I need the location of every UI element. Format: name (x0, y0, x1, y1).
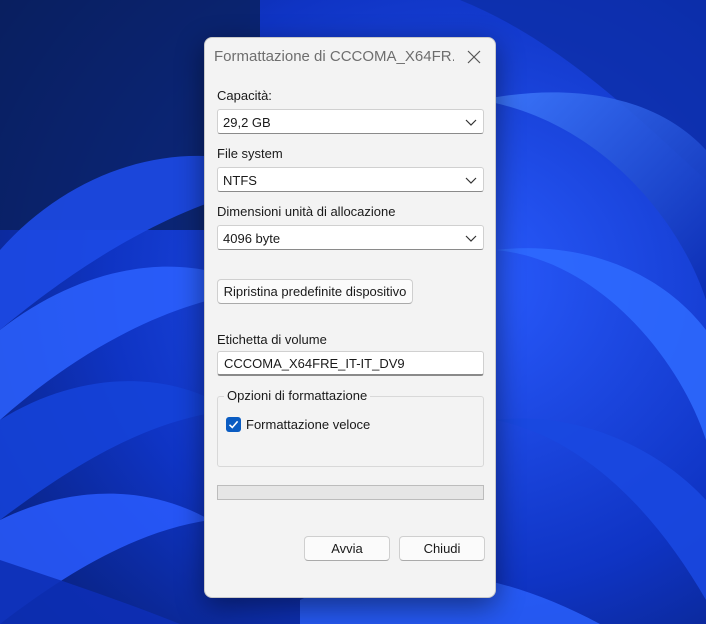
format-dialog: Formattazione di CCCOMA_X64FR... Capacit… (204, 37, 496, 598)
close-dialog-button[interactable]: Chiudi (399, 536, 485, 561)
quick-format-label: Formattazione veloce (246, 417, 371, 432)
file-system-dropdown[interactable]: NTFS (217, 167, 484, 192)
window-title: Formattazione di CCCOMA_X64FR... (214, 48, 454, 65)
format-options-title: Opzioni di formattazione (224, 388, 371, 403)
quick-format-checkbox[interactable] (226, 417, 241, 432)
chevron-down-icon (465, 235, 477, 242)
volume-label-input[interactable]: CCCOMA_X64FRE_IT-IT_DV9 (217, 351, 484, 376)
allocation-dropdown[interactable]: 4096 byte (217, 225, 484, 250)
restore-defaults-button[interactable]: Ripristina predefinite dispositivo (217, 279, 413, 304)
allocation-label: Dimensioni unità di allocazione (217, 204, 396, 219)
capacity-value: 29,2 GB (223, 115, 271, 130)
checkmark-icon (228, 420, 239, 429)
format-options-group: Opzioni di formattazione Formattazione v… (217, 388, 484, 467)
volume-label-value: CCCOMA_X64FRE_IT-IT_DV9 (224, 356, 405, 371)
close-button[interactable] (461, 44, 487, 70)
volume-label-label: Etichetta di volume (217, 332, 327, 347)
chevron-down-icon (465, 177, 477, 184)
start-button[interactable]: Avvia (304, 536, 390, 561)
allocation-value: 4096 byte (223, 231, 281, 246)
file-system-label: File system (217, 146, 283, 161)
quick-format-option[interactable]: Formattazione veloce (226, 417, 370, 432)
chevron-down-icon (465, 119, 477, 126)
title-bar: Formattazione di CCCOMA_X64FR... (205, 38, 495, 76)
close-icon (467, 50, 481, 64)
file-system-value: NTFS (223, 173, 257, 188)
capacity-label: Capacità: (217, 88, 272, 103)
format-progress-bar (217, 485, 484, 500)
capacity-dropdown[interactable]: 29,2 GB (217, 109, 484, 134)
